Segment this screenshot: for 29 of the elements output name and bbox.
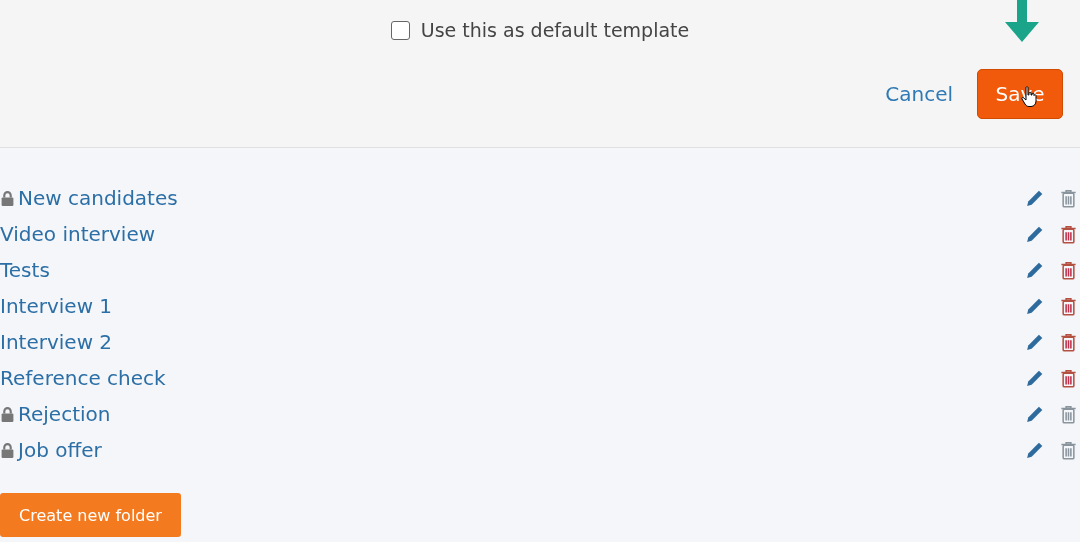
folder-link[interactable]: Reference check — [0, 366, 166, 390]
pencil-icon[interactable] — [1026, 369, 1044, 387]
down-arrow-icon — [1002, 0, 1042, 42]
default-checkbox[interactable] — [390, 20, 410, 40]
checkbox-label: Use this as default template — [420, 19, 690, 41]
trash-icon[interactable] — [1060, 404, 1077, 424]
pencil-icon[interactable] — [1026, 405, 1044, 423]
trash-icon[interactable] — [1060, 368, 1077, 388]
pencil-icon[interactable] — [1026, 261, 1044, 279]
folder-link[interactable]: Video interview — [0, 222, 156, 246]
folder-link[interactable]: Interview 2 — [0, 330, 113, 354]
pencil-icon[interactable] — [1026, 189, 1044, 207]
pencil-icon[interactable] — [1026, 225, 1044, 243]
pencil-icon[interactable] — [1026, 441, 1044, 459]
cancel-link[interactable]: Cancel — [885, 82, 953, 106]
folder-link[interactable]: New candidates — [18, 186, 178, 210]
folder-link[interactable]: Tests — [0, 258, 50, 282]
folder-link[interactable]: Rejection — [18, 402, 111, 426]
pencil-icon[interactable] — [1026, 333, 1044, 351]
folder-link[interactable]: Job offer — [18, 438, 102, 462]
create-folder-button[interactable]: Create new folder — [0, 493, 181, 537]
trash-icon[interactable] — [1060, 440, 1077, 460]
folder-link[interactable]: Interview 1 — [0, 294, 113, 318]
trash-icon[interactable] — [1060, 224, 1077, 244]
pencil-icon[interactable] — [1026, 297, 1044, 315]
trash-icon[interactable] — [1060, 332, 1077, 352]
trash-icon[interactable] — [1060, 260, 1077, 280]
trash-icon[interactable] — [1060, 188, 1077, 208]
trash-icon[interactable] — [1060, 296, 1077, 316]
